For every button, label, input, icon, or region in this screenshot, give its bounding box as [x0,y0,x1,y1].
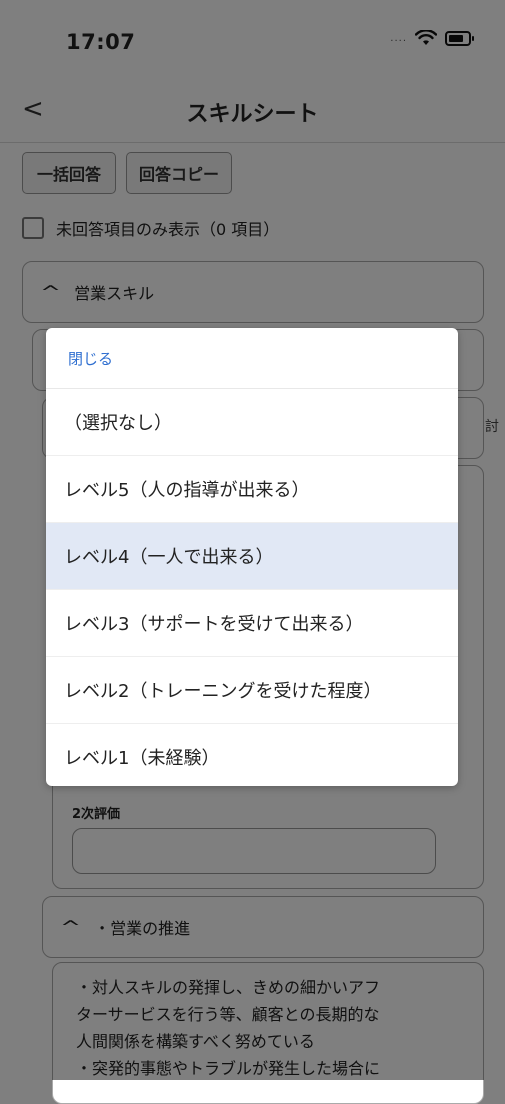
option-level-4[interactable]: レベル4（一人で出来る） [46,523,458,590]
option-level-3[interactable]: レベル3（サポートを受けて出来る） [46,590,458,657]
close-button[interactable]: 閉じる [46,328,458,389]
option-level-5[interactable]: レベル5（人の指導が出来る） [46,456,458,523]
level-picker: 閉じる （選択なし） レベル5（人の指導が出来る） レベル4（一人で出来る） レ… [46,328,458,786]
option-none[interactable]: （選択なし） [46,389,458,456]
partial-text: 討 [485,419,499,435]
option-level-2[interactable]: レベル2（トレーニングを受けた程度） [46,657,458,724]
option-level-1[interactable]: レベル1（未経験） [46,724,458,786]
